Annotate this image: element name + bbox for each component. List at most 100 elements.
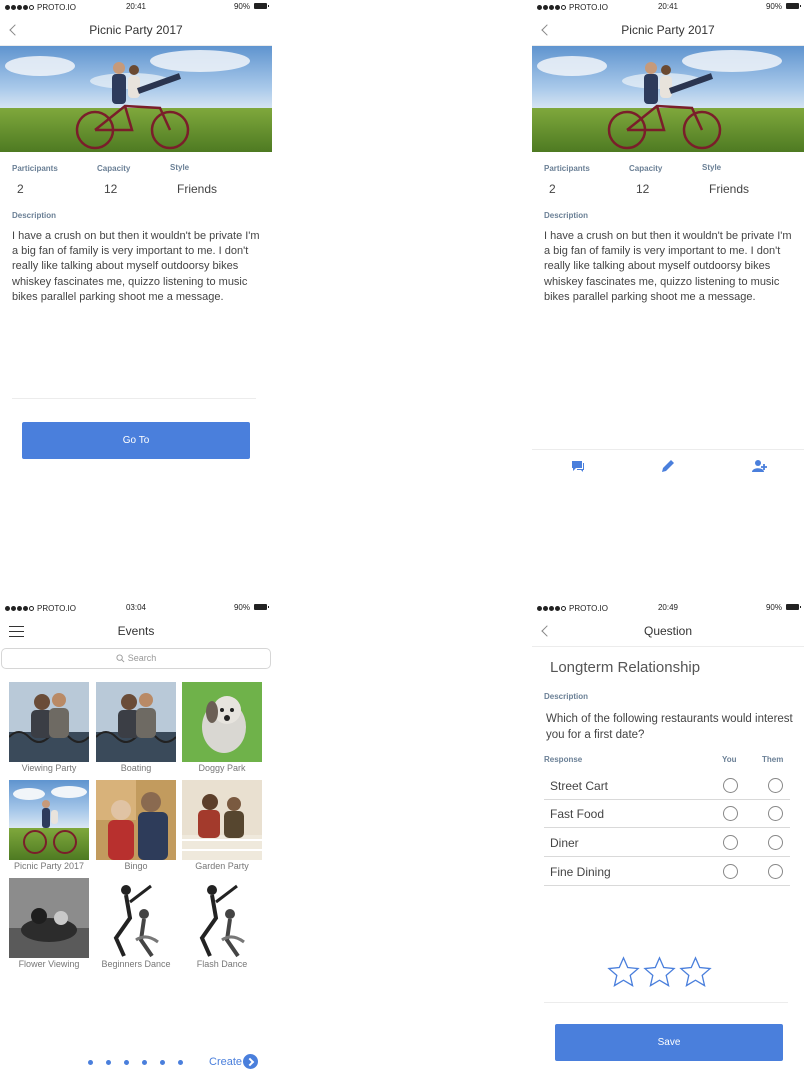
event-tile[interactable]: Viewing Party bbox=[9, 682, 89, 774]
add-person-icon[interactable] bbox=[751, 458, 767, 472]
event-tile-label: Boating bbox=[120, 763, 152, 773]
event-thumbnail bbox=[182, 878, 262, 958]
description-label: Description bbox=[544, 211, 589, 220]
response-row: Diner bbox=[544, 828, 790, 857]
search-icon bbox=[116, 654, 125, 663]
status-bar: PROTO.IO 20:49 90% bbox=[532, 601, 804, 615]
response-option-label: Diner bbox=[550, 836, 579, 850]
participants-label: Participants bbox=[544, 164, 590, 173]
them-radio[interactable] bbox=[768, 864, 783, 879]
response-row: Street Cart bbox=[544, 771, 790, 800]
style-label: Style bbox=[170, 163, 190, 172]
event-tile[interactable]: Flower Viewing bbox=[9, 878, 89, 970]
battery-percent: 90% bbox=[233, 2, 250, 11]
page-title: Question bbox=[643, 624, 693, 638]
event-tile[interactable]: Garden Party bbox=[182, 780, 262, 872]
status-bar: PROTO.IO 20:41 90% bbox=[0, 0, 272, 14]
status-bar: PROTO.IO 20:41 90% bbox=[532, 0, 804, 14]
status-bar: PROTO.IO 03:04 90% bbox=[0, 601, 272, 615]
response-option-label: Street Cart bbox=[550, 779, 609, 793]
event-tile[interactable]: Doggy Park bbox=[182, 682, 262, 774]
event-tile[interactable]: Beginners Dance bbox=[96, 878, 176, 970]
battery-icon bbox=[786, 604, 801, 610]
save-button[interactable]: Save bbox=[555, 1024, 783, 1061]
event-thumbnail bbox=[9, 780, 89, 860]
event-tile[interactable]: Flash Dance bbox=[182, 878, 262, 970]
divider bbox=[12, 398, 256, 399]
event-tile-label: Beginners Dance bbox=[101, 959, 171, 969]
response-row: Fast Food bbox=[544, 799, 790, 828]
create-label: Create bbox=[209, 1055, 243, 1068]
response-option-label: Fast Food bbox=[550, 807, 605, 821]
participants-value: 2 bbox=[17, 182, 24, 196]
you-radio[interactable] bbox=[723, 864, 738, 879]
edit-pencil-icon[interactable] bbox=[660, 458, 676, 472]
them-radio[interactable] bbox=[768, 778, 783, 793]
status-time: 20:41 bbox=[125, 2, 147, 11]
event-tile[interactable]: Bingo bbox=[96, 780, 176, 872]
them-radio[interactable] bbox=[768, 835, 783, 850]
description-label: Description bbox=[12, 211, 57, 220]
nav-bar: Picnic Party 2017 bbox=[532, 14, 804, 46]
style-label: Style bbox=[702, 163, 722, 172]
response-option-label: Fine Dining bbox=[550, 865, 611, 879]
status-time: 20:49 bbox=[657, 603, 679, 612]
page-title: Events bbox=[117, 624, 155, 638]
participants-value: 2 bbox=[549, 182, 556, 196]
page-title: Picnic Party 2017 bbox=[621, 23, 715, 37]
event-tile-label: Bingo bbox=[124, 861, 148, 871]
toolbar-divider bbox=[532, 449, 804, 450]
style-value: Friends bbox=[177, 182, 218, 196]
response-row: Fine Dining bbox=[544, 857, 790, 886]
battery-percent: 90% bbox=[765, 2, 782, 11]
event-thumbnail bbox=[9, 878, 89, 958]
search-input[interactable]: Search bbox=[1, 648, 271, 669]
nav-bar: Question bbox=[532, 615, 804, 647]
page-dot[interactable] bbox=[106, 1060, 111, 1065]
page-title: Picnic Party 2017 bbox=[89, 23, 183, 37]
battery-icon bbox=[786, 3, 801, 9]
event-tile[interactable]: Picnic Party 2017 bbox=[9, 780, 89, 872]
page-indicator bbox=[88, 1060, 196, 1065]
star-rating bbox=[606, 955, 714, 990]
event-tile-label: Picnic Party 2017 bbox=[13, 861, 85, 871]
star-icon[interactable] bbox=[642, 955, 677, 990]
battery-icon bbox=[254, 3, 269, 9]
event-thumbnail bbox=[96, 780, 176, 860]
you-radio[interactable] bbox=[723, 835, 738, 850]
event-tile-label: Flower Viewing bbox=[18, 959, 80, 969]
battery-percent: 90% bbox=[765, 603, 782, 612]
event-tile[interactable]: Boating bbox=[96, 682, 176, 774]
description-text: I have a crush on but then it wouldn't b… bbox=[12, 230, 260, 303]
star-icon[interactable] bbox=[606, 955, 641, 990]
you-radio[interactable] bbox=[723, 806, 738, 821]
capacity-label: Capacity bbox=[629, 164, 663, 173]
event-detail-owner-screen: PROTO.IO 20:41 90% Picnic Party 2017 Par… bbox=[532, 0, 804, 472]
status-time: 03:04 bbox=[125, 603, 147, 612]
page-dot[interactable] bbox=[124, 1060, 129, 1065]
battery-icon bbox=[254, 604, 269, 610]
go-to-button[interactable]: Go To bbox=[22, 422, 250, 459]
them-column-label: Them bbox=[762, 755, 784, 764]
nav-bar: Events bbox=[0, 615, 272, 647]
event-thumbnail bbox=[182, 780, 262, 860]
event-thumbnail bbox=[96, 878, 176, 958]
page-dot[interactable] bbox=[142, 1060, 147, 1065]
nav-bar: Picnic Party 2017 bbox=[0, 14, 272, 46]
chevron-right-icon bbox=[243, 1054, 259, 1069]
page-dot[interactable] bbox=[160, 1060, 165, 1065]
response-column-label: Response bbox=[544, 755, 583, 764]
you-radio[interactable] bbox=[723, 778, 738, 793]
page-dot[interactable] bbox=[88, 1060, 93, 1065]
star-icon[interactable] bbox=[678, 955, 713, 990]
event-tile-label: Viewing Party bbox=[21, 763, 77, 773]
event-tile-label: Garden Party bbox=[195, 861, 249, 871]
create-button[interactable]: Create bbox=[209, 1054, 259, 1069]
participants-label: Participants bbox=[12, 164, 58, 173]
divider bbox=[544, 1002, 788, 1003]
them-radio[interactable] bbox=[768, 806, 783, 821]
event-thumbnail bbox=[9, 682, 89, 762]
event-detail-screen: PROTO.IO 20:41 90% Picnic Party 2017 Par… bbox=[0, 0, 272, 472]
chat-icon[interactable] bbox=[570, 458, 586, 472]
page-dot[interactable] bbox=[178, 1060, 183, 1065]
